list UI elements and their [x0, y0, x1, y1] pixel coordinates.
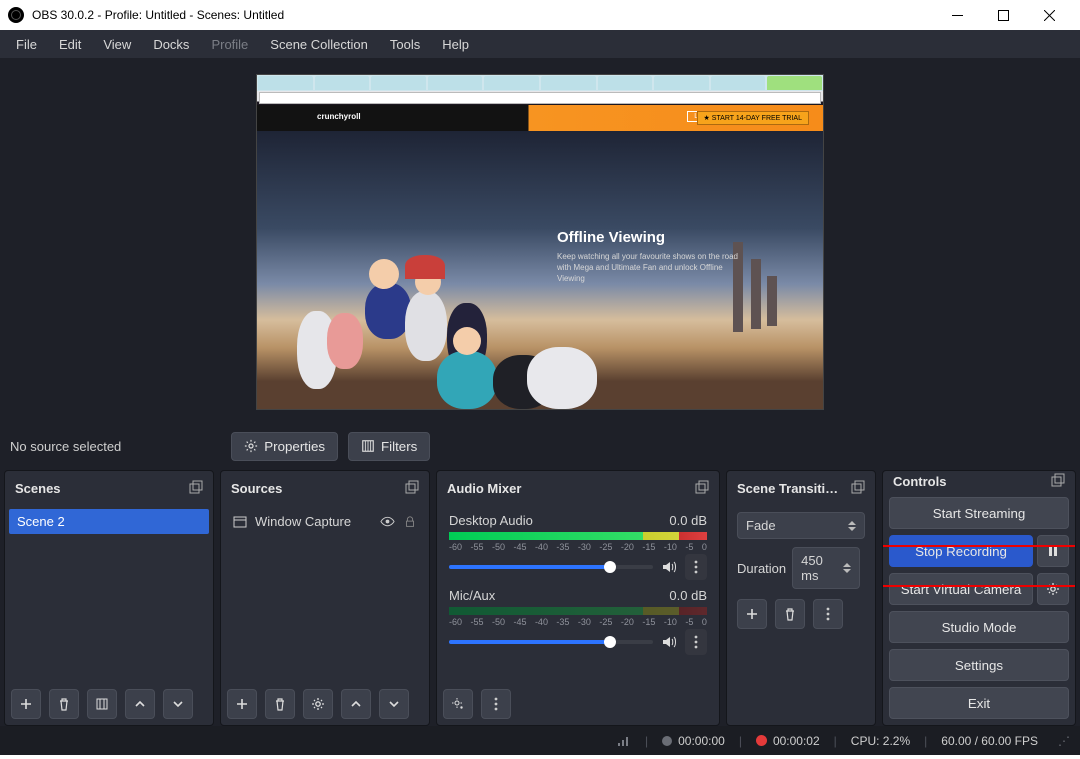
window-title: OBS 30.0.2 - Profile: Untitled - Scenes:… — [32, 8, 284, 22]
record-indicator-icon — [756, 735, 767, 746]
duration-spinbox[interactable]: 450 ms — [792, 547, 860, 589]
volume-slider-mic[interactable] — [449, 640, 653, 644]
menu-scene-collection[interactable]: Scene Collection — [260, 33, 378, 56]
channel-name: Mic/Aux — [449, 588, 495, 603]
site-trial: ★ START 14-DAY FREE TRIAL — [697, 111, 809, 125]
source-item[interactable]: Window Capture — [225, 509, 425, 534]
preview-area: crunchyroll LOG IN ★ START 14-DAY FREE T… — [0, 58, 1080, 426]
dock-popout-icon[interactable] — [1051, 473, 1065, 490]
exit-button[interactable]: Exit — [889, 687, 1069, 719]
source-toolbar: No source selected Properties Filters — [0, 426, 1080, 466]
scene-item[interactable]: Scene 2 — [9, 509, 209, 534]
menu-profile[interactable]: Profile — [201, 33, 258, 56]
menubar: File Edit View Docks Profile Scene Colle… — [0, 30, 1080, 58]
source-properties-button[interactable] — [303, 689, 333, 719]
close-button[interactable] — [1026, 0, 1072, 30]
menu-file[interactable]: File — [6, 33, 47, 56]
speaker-icon[interactable] — [661, 559, 677, 575]
record-status: 00:00:02 — [756, 734, 820, 748]
visibility-icon[interactable] — [380, 514, 395, 529]
panel-title-controls: Controls — [893, 474, 946, 489]
menu-help[interactable]: Help — [432, 33, 479, 56]
panel-title-mixer: Audio Mixer — [447, 481, 521, 496]
panel-sources: Sources Window Capture — [220, 470, 430, 726]
app-icon — [8, 7, 24, 23]
network-icon — [617, 735, 631, 747]
gear-icon — [244, 439, 258, 453]
site-logo: crunchyroll — [317, 112, 361, 121]
panel-scene-transitions: Scene Transiti… Fade Duration 450 ms — [726, 470, 876, 726]
dock-popout-icon[interactable] — [189, 480, 203, 497]
mixer-advanced-button[interactable] — [443, 689, 473, 719]
docks: Scenes Scene 2 Sources Window Capture — [0, 466, 1080, 726]
start-virtual-camera-button[interactable]: Start Virtual Camera — [889, 573, 1033, 605]
add-source-button[interactable] — [227, 689, 257, 719]
hero-headline: Offline Viewing — [557, 229, 665, 246]
menu-view[interactable]: View — [93, 33, 141, 56]
stop-recording-button[interactable]: Stop Recording — [889, 535, 1033, 567]
menu-tools[interactable]: Tools — [380, 33, 430, 56]
source-status: No source selected — [10, 439, 121, 454]
program-preview[interactable]: crunchyroll LOG IN ★ START 14-DAY FREE T… — [256, 74, 824, 410]
dock-popout-icon[interactable] — [405, 480, 419, 497]
filters-button[interactable]: Filters — [348, 432, 430, 461]
channel-ticks: -60-55-50-45-40-35-30-25-20-15-10-50 — [449, 542, 707, 552]
transition-select[interactable]: Fade — [737, 512, 865, 539]
panel-title-scenes: Scenes — [15, 481, 61, 496]
fps-status: 60.00 / 60.00 FPS — [941, 734, 1038, 748]
panel-controls: Controls Start Streaming Stop Recording … — [882, 470, 1076, 726]
channel-db: 0.0 dB — [669, 513, 707, 528]
duration-label: Duration — [737, 561, 786, 576]
scene-filters-button[interactable] — [87, 689, 117, 719]
panel-title-transitions: Scene Transiti… — [737, 481, 838, 496]
speaker-icon[interactable] — [661, 634, 677, 650]
stream-status: 00:00:00 — [662, 734, 725, 748]
remove-source-button[interactable] — [265, 689, 295, 719]
channel-name: Desktop Audio — [449, 513, 533, 528]
channel-db: 0.0 dB — [669, 588, 707, 603]
menu-edit[interactable]: Edit — [49, 33, 91, 56]
properties-button[interactable]: Properties — [231, 432, 338, 461]
lock-icon[interactable] — [403, 515, 417, 529]
titlebar: OBS 30.0.2 - Profile: Untitled - Scenes:… — [0, 0, 1080, 30]
statusbar: | 00:00:00 | 00:00:02 | CPU: 2.2% | 60.0… — [0, 726, 1080, 755]
add-scene-button[interactable] — [11, 689, 41, 719]
studio-mode-button[interactable]: Studio Mode — [889, 611, 1069, 643]
pause-recording-button[interactable] — [1037, 535, 1069, 567]
channel-ticks: -60-55-50-45-40-35-30-25-20-15-10-50 — [449, 617, 707, 627]
maximize-button[interactable] — [980, 0, 1026, 30]
add-transition-button[interactable] — [737, 599, 767, 629]
virtual-camera-settings-button[interactable] — [1037, 573, 1069, 605]
start-streaming-button[interactable]: Start Streaming — [889, 497, 1069, 529]
remove-transition-button[interactable] — [775, 599, 805, 629]
source-move-down-button[interactable] — [379, 689, 409, 719]
panel-title-sources: Sources — [231, 481, 282, 496]
mixer-menu-button[interactable] — [481, 689, 511, 719]
dock-popout-icon[interactable] — [851, 480, 865, 497]
panel-scenes: Scenes Scene 2 — [4, 470, 214, 726]
window-icon — [233, 515, 247, 529]
source-move-up-button[interactable] — [341, 689, 371, 719]
scene-move-up-button[interactable] — [125, 689, 155, 719]
menu-docks[interactable]: Docks — [143, 33, 199, 56]
filters-icon — [361, 439, 375, 453]
source-label: Window Capture — [255, 514, 351, 529]
hero-subtext: Keep watching all your favourite shows o… — [557, 251, 747, 285]
scene-move-down-button[interactable] — [163, 689, 193, 719]
volume-slider-desktop[interactable] — [449, 565, 653, 569]
transition-properties-button[interactable] — [813, 599, 843, 629]
mixer-channel-mic: Mic/Aux 0.0 dB -60-55-50-45-40-35-30-25-2… — [441, 584, 715, 657]
settings-button[interactable]: Settings — [889, 649, 1069, 681]
remove-scene-button[interactable] — [49, 689, 79, 719]
channel-menu-desktop[interactable] — [685, 554, 707, 580]
minimize-button[interactable] — [934, 0, 980, 30]
mixer-channel-desktop: Desktop Audio 0.0 dB -60-55-50-45-40-35-3… — [441, 509, 715, 582]
resize-grip-icon[interactable]: ⋰ — [1058, 734, 1070, 748]
panel-audio-mixer: Audio Mixer Desktop Audio 0.0 dB -60-55-5… — [436, 470, 720, 726]
cpu-status: CPU: 2.2% — [851, 734, 910, 748]
dock-popout-icon[interactable] — [695, 480, 709, 497]
channel-menu-mic[interactable] — [685, 629, 707, 655]
